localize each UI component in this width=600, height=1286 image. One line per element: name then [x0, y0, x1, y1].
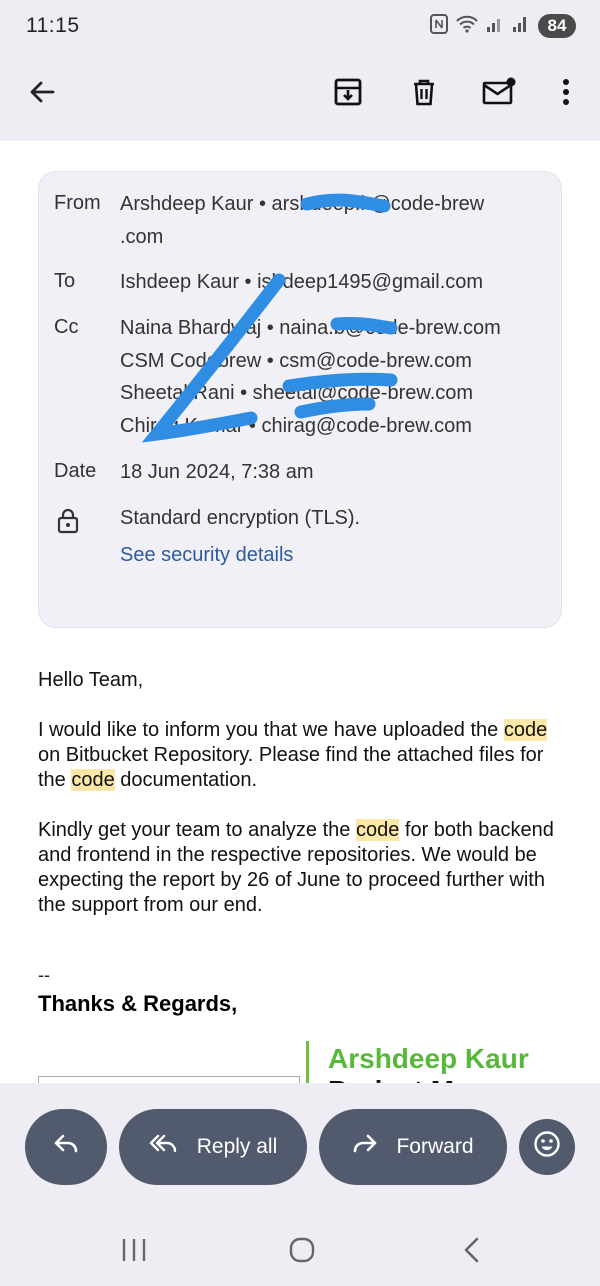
more-vert-icon[interactable] [544, 70, 588, 114]
forward-label: Forward [396, 1135, 474, 1158]
home-icon[interactable] [282, 1230, 322, 1270]
to-value[interactable]: Ishdeep Kaur • ishdeep1495@gmail.com [120, 266, 483, 299]
text-segment: I would like to inform you that we have … [38, 719, 504, 741]
from-value-continued: .com [120, 226, 164, 248]
date-value: 18 Jun 2024, 7:38 am [120, 461, 314, 483]
signal-icon [486, 15, 504, 38]
forward-icon [352, 1133, 378, 1161]
date-label: Date [54, 460, 97, 482]
signature-separator: -- [38, 965, 50, 985]
signal-roaming-icon [512, 15, 530, 38]
from-value[interactable]: Arshdeep Kaur • arshdeep.k@code-brew [120, 188, 484, 221]
reply-icon [53, 1133, 79, 1161]
mark-unread-icon[interactable] [477, 70, 521, 114]
cc-recipient[interactable]: CSM Codebrew • csm@code-brew.com [120, 345, 472, 378]
reply-all-button[interactable]: Reply all [119, 1109, 307, 1185]
emoji-reaction-button[interactable] [519, 1119, 575, 1175]
reply-action-bar: Reply all Forward [0, 1083, 600, 1211]
text-segment: Kindly get your team to analyze the [38, 819, 356, 841]
archive-icon[interactable] [326, 70, 370, 114]
signature-divider [306, 1041, 309, 1083]
status-bar: 11:15 84 [0, 0, 600, 52]
recent-apps-icon[interactable] [114, 1230, 154, 1270]
cc-recipient[interactable]: Chirag Kumar • chirag@code-brew.com [120, 410, 472, 443]
wifi-icon [456, 15, 478, 38]
email-content: From Arshdeep Kaur • arshdeep.k@code-bre… [0, 141, 600, 1083]
search-highlight: code [355, 819, 400, 841]
cc-label: Cc [54, 316, 79, 338]
encryption-status: Standard encryption (TLS). [120, 507, 361, 529]
reply-all-label: Reply all [196, 1135, 278, 1158]
lock-icon [57, 508, 79, 539]
battery-indicator: 84 [538, 14, 576, 38]
forward-button[interactable]: Forward [319, 1109, 507, 1185]
back-arrow-icon[interactable] [20, 70, 64, 114]
signature-role: Project Manager [328, 1075, 546, 1083]
nfc-icon [430, 13, 448, 39]
status-icons: 84 [430, 13, 576, 39]
cc-recipient[interactable]: Naina Bhardwaj • naina.b@code-brew.com [120, 312, 501, 345]
delete-icon[interactable] [402, 70, 446, 114]
signature-thanks: Thanks & Regards, [38, 991, 238, 1016]
message-details-card: From Arshdeep Kaur • arshdeep.k@code-bre… [38, 171, 562, 628]
status-time: 11:15 [26, 14, 80, 37]
greeting: Hello Team, [38, 669, 144, 691]
top-toolbar [0, 60, 600, 124]
security-details-link[interactable]: See security details [120, 544, 293, 567]
emoji-icon [533, 1130, 561, 1164]
body-paragraph-2: Kindly get your team to analyze the code… [38, 818, 568, 918]
signature-logo-image [38, 1076, 300, 1083]
to-label: To [54, 270, 76, 292]
nav-back-icon[interactable] [452, 1230, 492, 1270]
search-highlight: code [71, 769, 115, 791]
cc-recipient[interactable]: Sheetal Rani • sheetal@code-brew.com [120, 377, 473, 410]
system-nav-bar [0, 1212, 600, 1286]
text-segment: documentation. [114, 769, 258, 791]
signature-name: Arshdeep Kaur [328, 1043, 529, 1074]
from-label: From [54, 192, 101, 214]
body-paragraph-1: I would like to inform you that we have … [38, 718, 568, 793]
search-highlight: code [503, 719, 548, 741]
reply-button[interactable] [25, 1109, 107, 1185]
reply-all-icon [149, 1133, 179, 1161]
